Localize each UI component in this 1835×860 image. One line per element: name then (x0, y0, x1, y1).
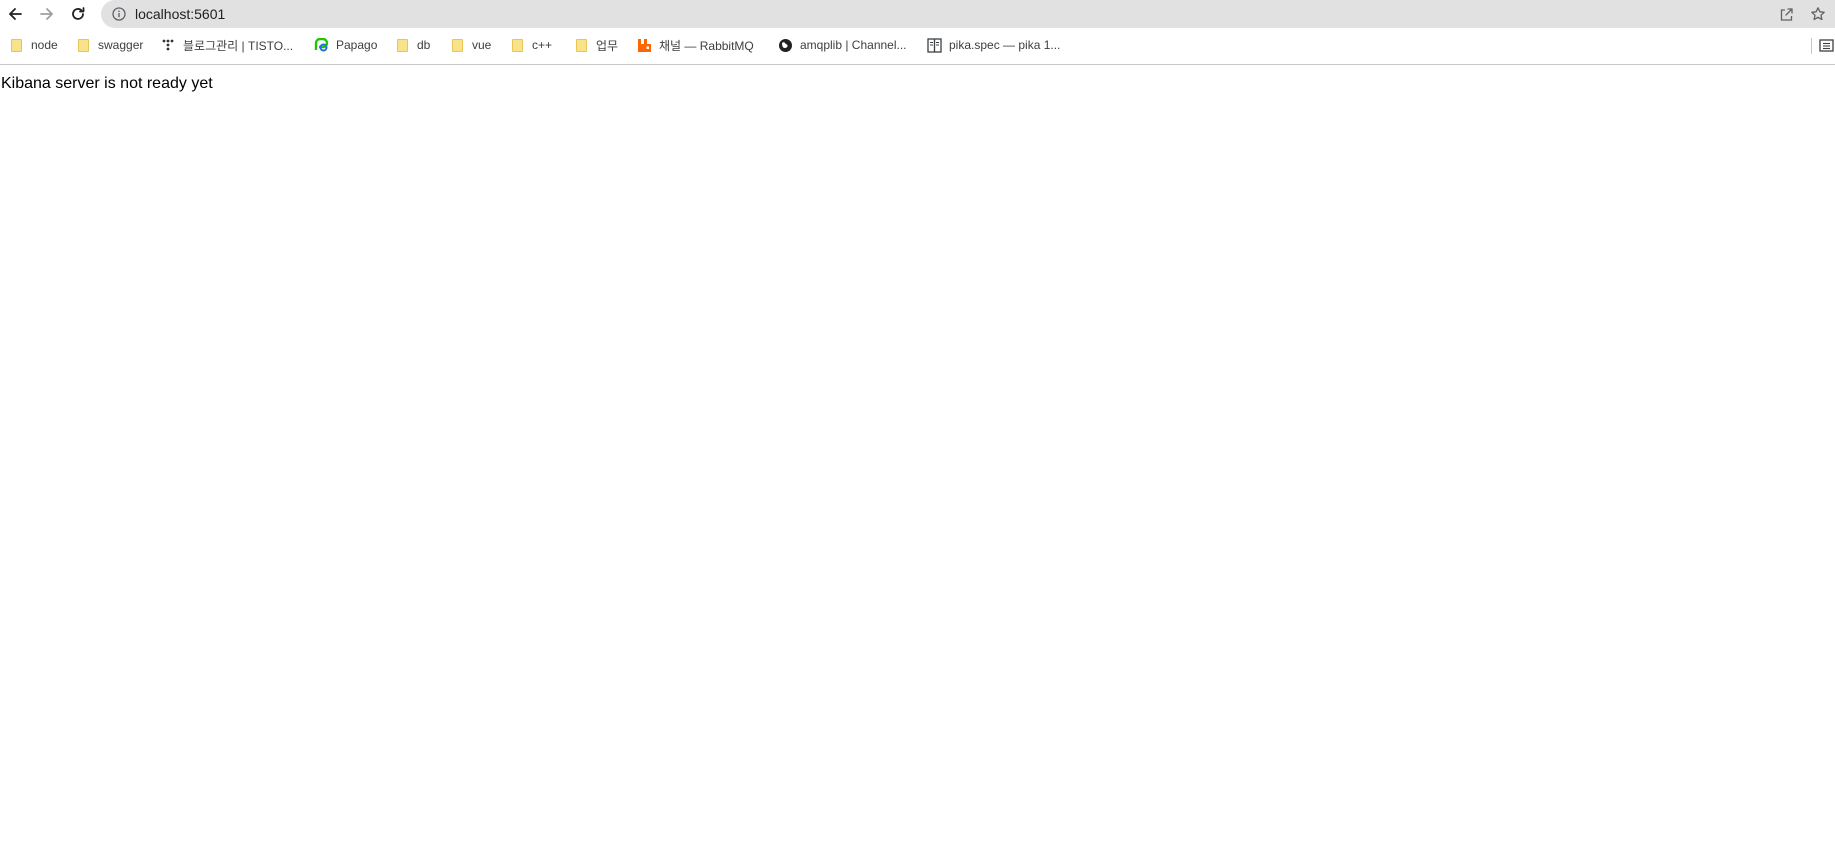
bookmark-label: swagger (98, 38, 144, 52)
folder-icon (75, 37, 91, 53)
reading-list-button[interactable] (1818, 35, 1834, 55)
bookmark-label: c++ (532, 38, 553, 52)
bookmark-node[interactable]: node (8, 35, 58, 55)
bookmark-label: 블로그관리 | TISTO... (183, 38, 294, 53)
reload-icon (72, 7, 85, 20)
bookmark-rabbitmq[interactable]: 채널 — RabbitMQ (636, 35, 754, 55)
folder-icon (573, 37, 589, 53)
folder-icon (8, 37, 24, 53)
share-icon (1780, 7, 1793, 21)
bookmark-label: node (31, 38, 58, 52)
bookmark-vue[interactable]: vue (449, 35, 491, 55)
rabbitmq-icon (636, 37, 652, 53)
folder-icon (509, 37, 525, 53)
bookmark-label: Papago (336, 38, 378, 52)
share-button[interactable] (1777, 5, 1795, 23)
site-info-button[interactable] (111, 6, 127, 22)
bookmark-pika[interactable]: pika.spec — pika 1... (926, 35, 1060, 55)
bookmark-db[interactable]: db (394, 35, 430, 55)
document-icon (926, 37, 942, 53)
bookmark-tistory[interactable]: 블로그관리 | TISTO... (160, 35, 293, 55)
bookmark-label: 업무 (596, 38, 619, 53)
bookmark-star-button[interactable] (1809, 5, 1827, 23)
bookmark-label: vue (472, 38, 492, 52)
globe-icon (777, 37, 793, 53)
info-circle-icon (112, 7, 126, 21)
bookmark-label: db (417, 38, 431, 52)
bookmark-amqplib[interactable]: amqplib | Channel... (777, 35, 907, 55)
bookmark-cpp[interactable]: c++ (509, 35, 552, 55)
reload-button[interactable] (66, 2, 90, 26)
arrow-right-icon (40, 8, 53, 20)
forward-button[interactable] (35, 2, 59, 26)
papago-icon (313, 37, 329, 53)
tistory-icon (160, 37, 176, 53)
bookmark-work[interactable]: 업무 (573, 35, 618, 55)
star-icon (1811, 7, 1825, 21)
bookmark-swagger[interactable]: swagger (75, 35, 143, 55)
toolbar-divider (0, 64, 1835, 65)
server-status-message: Kibana server is not ready yet (1, 75, 213, 92)
arrow-left-icon (9, 8, 22, 20)
folder-icon (449, 37, 465, 53)
folder-icon (394, 37, 410, 53)
url-input[interactable] (135, 6, 1635, 22)
browser-toolbar (0, 0, 1835, 28)
back-button[interactable] (3, 2, 27, 26)
bookmarks-divider (1811, 38, 1812, 54)
bookmark-label: amqplib | Channel... (800, 38, 907, 52)
bookmark-label: pika.spec — pika 1... (949, 38, 1061, 52)
reading-list-icon (1818, 37, 1834, 53)
bookmark-label: 채널 — RabbitMQ (659, 38, 754, 53)
address-bar[interactable] (101, 0, 1835, 28)
bookmark-papago[interactable]: Papago (313, 35, 377, 55)
